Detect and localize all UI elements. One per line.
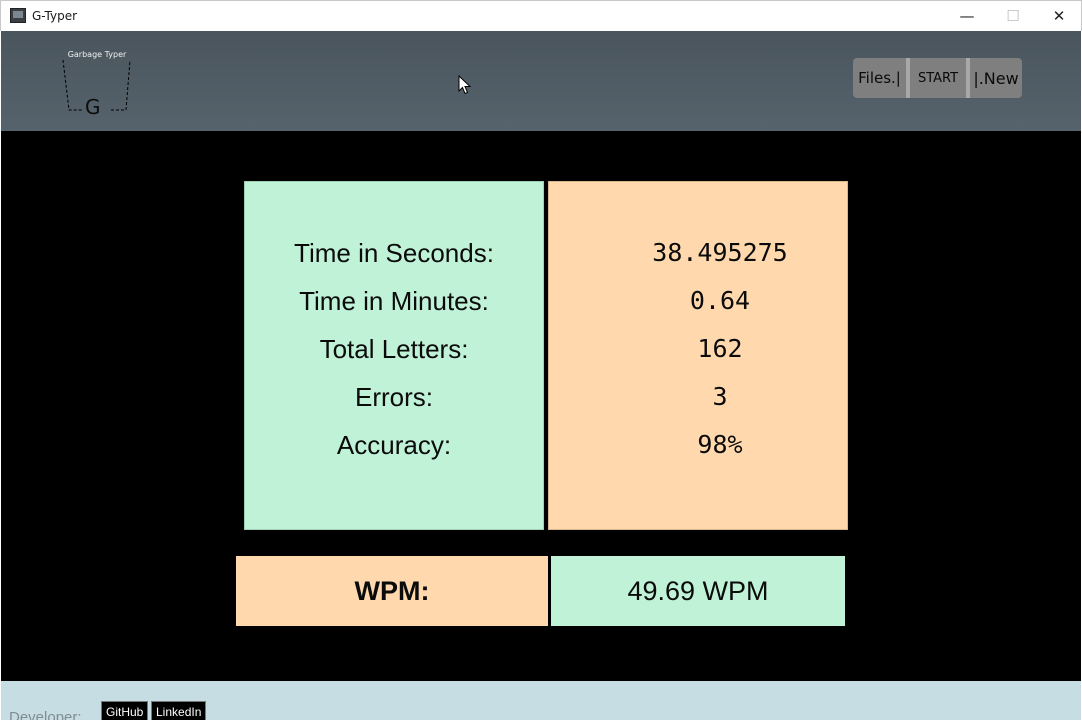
window-title: G-Typer bbox=[32, 9, 78, 23]
result-labels-panel: Time in Seconds: Time in Minutes: Total … bbox=[244, 181, 544, 530]
value-time-seconds: 38.495275 bbox=[652, 238, 788, 267]
label-errors: Errors: bbox=[355, 382, 433, 412]
label-time-seconds: Time in Seconds: bbox=[294, 238, 494, 268]
value-total-letters: 162 bbox=[697, 334, 743, 363]
developer-label: Developer: bbox=[9, 709, 82, 720]
linkedin-link[interactable]: LinkedIn bbox=[151, 701, 207, 720]
new-button[interactable]: |.New bbox=[970, 58, 1022, 98]
mouse-cursor-icon bbox=[458, 75, 472, 95]
label-accuracy: Accuracy: bbox=[336, 430, 452, 460]
label-total-letters: Total Letters: bbox=[319, 334, 469, 364]
files-button[interactable]: Files.| bbox=[853, 58, 906, 98]
results-area: Time in Seconds: Time in Minutes: Total … bbox=[1, 131, 1081, 681]
app-icon bbox=[10, 8, 26, 23]
label-time-minutes: Time in Minutes: bbox=[299, 286, 489, 316]
start-button[interactable]: START bbox=[910, 58, 966, 98]
maximize-button[interactable]: ☐ bbox=[990, 1, 1036, 31]
value-accuracy: 98% bbox=[697, 430, 743, 459]
value-time-minutes: 0.64 bbox=[689, 286, 751, 315]
logo-text: Garbage Typer bbox=[67, 50, 127, 59]
footer: Developer: GitHub LinkedIn bbox=[1, 681, 1081, 720]
github-link[interactable]: GitHub bbox=[101, 701, 149, 720]
result-values-panel: 38.495275 0.64 162 3 98% bbox=[548, 181, 848, 530]
garbage-typer-logo: Garbage Typer G bbox=[59, 47, 139, 125]
logo-letter: G bbox=[85, 95, 101, 119]
wpm-label: WPM: bbox=[236, 556, 548, 626]
window-title-bar: G-Typer — ☐ ✕ bbox=[0, 0, 1082, 31]
wpm-value: 49.69 WPM bbox=[551, 556, 845, 626]
minimize-button[interactable]: — bbox=[944, 1, 990, 31]
value-errors: 3 bbox=[712, 382, 728, 411]
close-button[interactable]: ✕ bbox=[1036, 1, 1082, 31]
app-header: Garbage Typer G Files.| START |.New bbox=[1, 31, 1081, 131]
